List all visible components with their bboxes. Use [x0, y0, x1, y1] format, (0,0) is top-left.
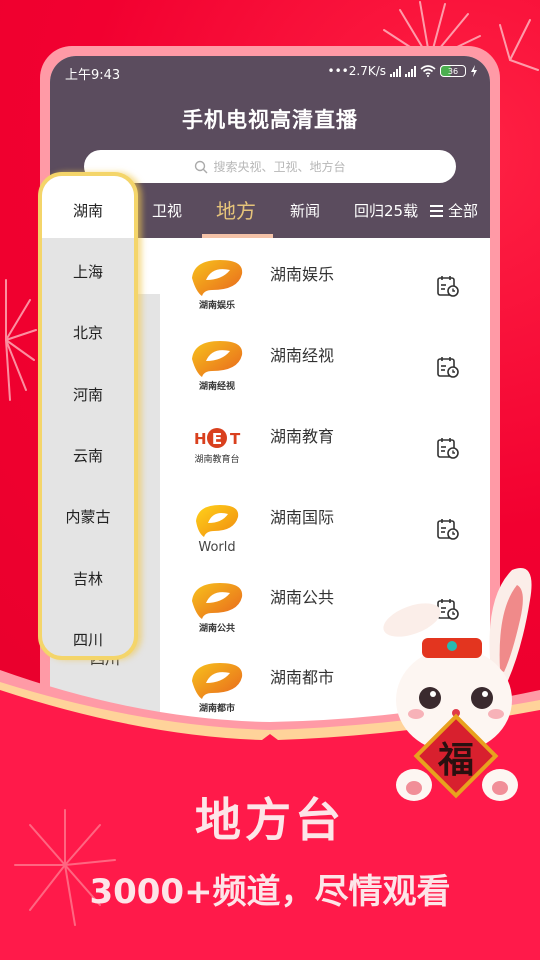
channel-name: 湖南公共	[270, 588, 335, 607]
het-logo-icon: H E T 湖南教育台	[194, 428, 241, 465]
logo-caption: 湖南教育台	[194, 453, 239, 465]
all-categories-label: 全部	[447, 202, 478, 220]
mango-logo-icon: 湖南公共	[192, 583, 243, 634]
channel-item[interactable]: 湖南娱乐 湖南娱乐	[160, 244, 490, 324]
channel-item[interactable]: 湖南经视 湖南经视	[160, 325, 490, 405]
schedule-icon[interactable]	[436, 517, 460, 541]
tab-return-25[interactable]: 回归25载	[354, 196, 418, 238]
app-title: 手机电视高清直播	[182, 108, 358, 132]
channel-item[interactable]: H E T 湖南教育台 湖南教育	[160, 406, 490, 486]
all-categories-button[interactable]: 全部	[422, 196, 478, 226]
list-icon	[427, 204, 443, 218]
charging-icon	[471, 65, 477, 77]
region-item-neimenggu[interactable]: 内蒙古	[42, 506, 134, 527]
region-item-beijing[interactable]: 北京	[42, 322, 134, 343]
channel-name: 湖南国际	[270, 508, 335, 527]
status-time: 上午9:43	[65, 68, 121, 83]
status-icons: •••2.7K/s 36	[328, 64, 478, 78]
signal-icon	[390, 65, 401, 77]
channel-name: 湖南教育	[270, 427, 335, 446]
search-icon	[195, 160, 208, 173]
rabbit-mascot-icon: 福	[383, 568, 532, 801]
region-item-shanghai[interactable]: 上海	[42, 261, 134, 282]
mango-logo-icon: 湖南经视	[192, 341, 243, 392]
schedule-icon[interactable]	[436, 274, 460, 298]
tab-local[interactable]: 地方	[216, 196, 256, 238]
region-item-sichuan[interactable]: 四川	[42, 629, 134, 650]
search-placeholder: 搜索央视、卫视、地方台	[213, 160, 346, 174]
svg-text:H: H	[194, 430, 207, 448]
tab-satellite[interactable]: 卫视	[152, 196, 182, 238]
region-popup: 湖南 上海 北京 河南 云南 内蒙古 吉林 四川	[38, 172, 138, 660]
logo-caption: 湖南娱乐	[199, 299, 235, 311]
network-speed: •••2.7K/s	[327, 64, 386, 78]
tab-news[interactable]: 新闻	[290, 196, 320, 238]
mango-world-logo-icon: World	[196, 505, 239, 555]
region-item-hunan[interactable]: 湖南	[42, 200, 134, 221]
logo-caption: World	[198, 540, 235, 555]
schedule-icon[interactable]	[436, 355, 460, 379]
promo-subtitle: 3000+频道，尽情观看	[89, 872, 451, 912]
channel-name: 湖南娱乐	[270, 265, 335, 284]
fu-character: 福	[437, 740, 474, 781]
battery-icon: 36	[440, 65, 466, 77]
active-tab-indicator	[202, 234, 273, 238]
svg-text:T: T	[230, 430, 241, 448]
schedule-icon[interactable]	[436, 436, 460, 460]
channel-item[interactable]: World 湖南国际	[160, 487, 490, 567]
svg-text:E: E	[212, 430, 222, 448]
region-item-henan[interactable]: 河南	[42, 384, 134, 405]
channel-name: 湖南经视	[270, 346, 335, 365]
mango-logo-icon: 湖南娱乐	[192, 260, 243, 311]
status-bar: 上午9:43 •••2.7K/s 36	[50, 56, 490, 90]
logo-caption: 湖南公共	[199, 622, 235, 634]
region-item-yunnan[interactable]: 云南	[42, 445, 134, 466]
wifi-icon	[420, 65, 436, 77]
logo-caption: 湖南经视	[199, 380, 235, 392]
region-item-jilin[interactable]: 吉林	[42, 568, 134, 589]
search-input[interactable]: 搜索央视、卫视、地方台	[84, 150, 456, 183]
signal-icon	[405, 65, 416, 77]
